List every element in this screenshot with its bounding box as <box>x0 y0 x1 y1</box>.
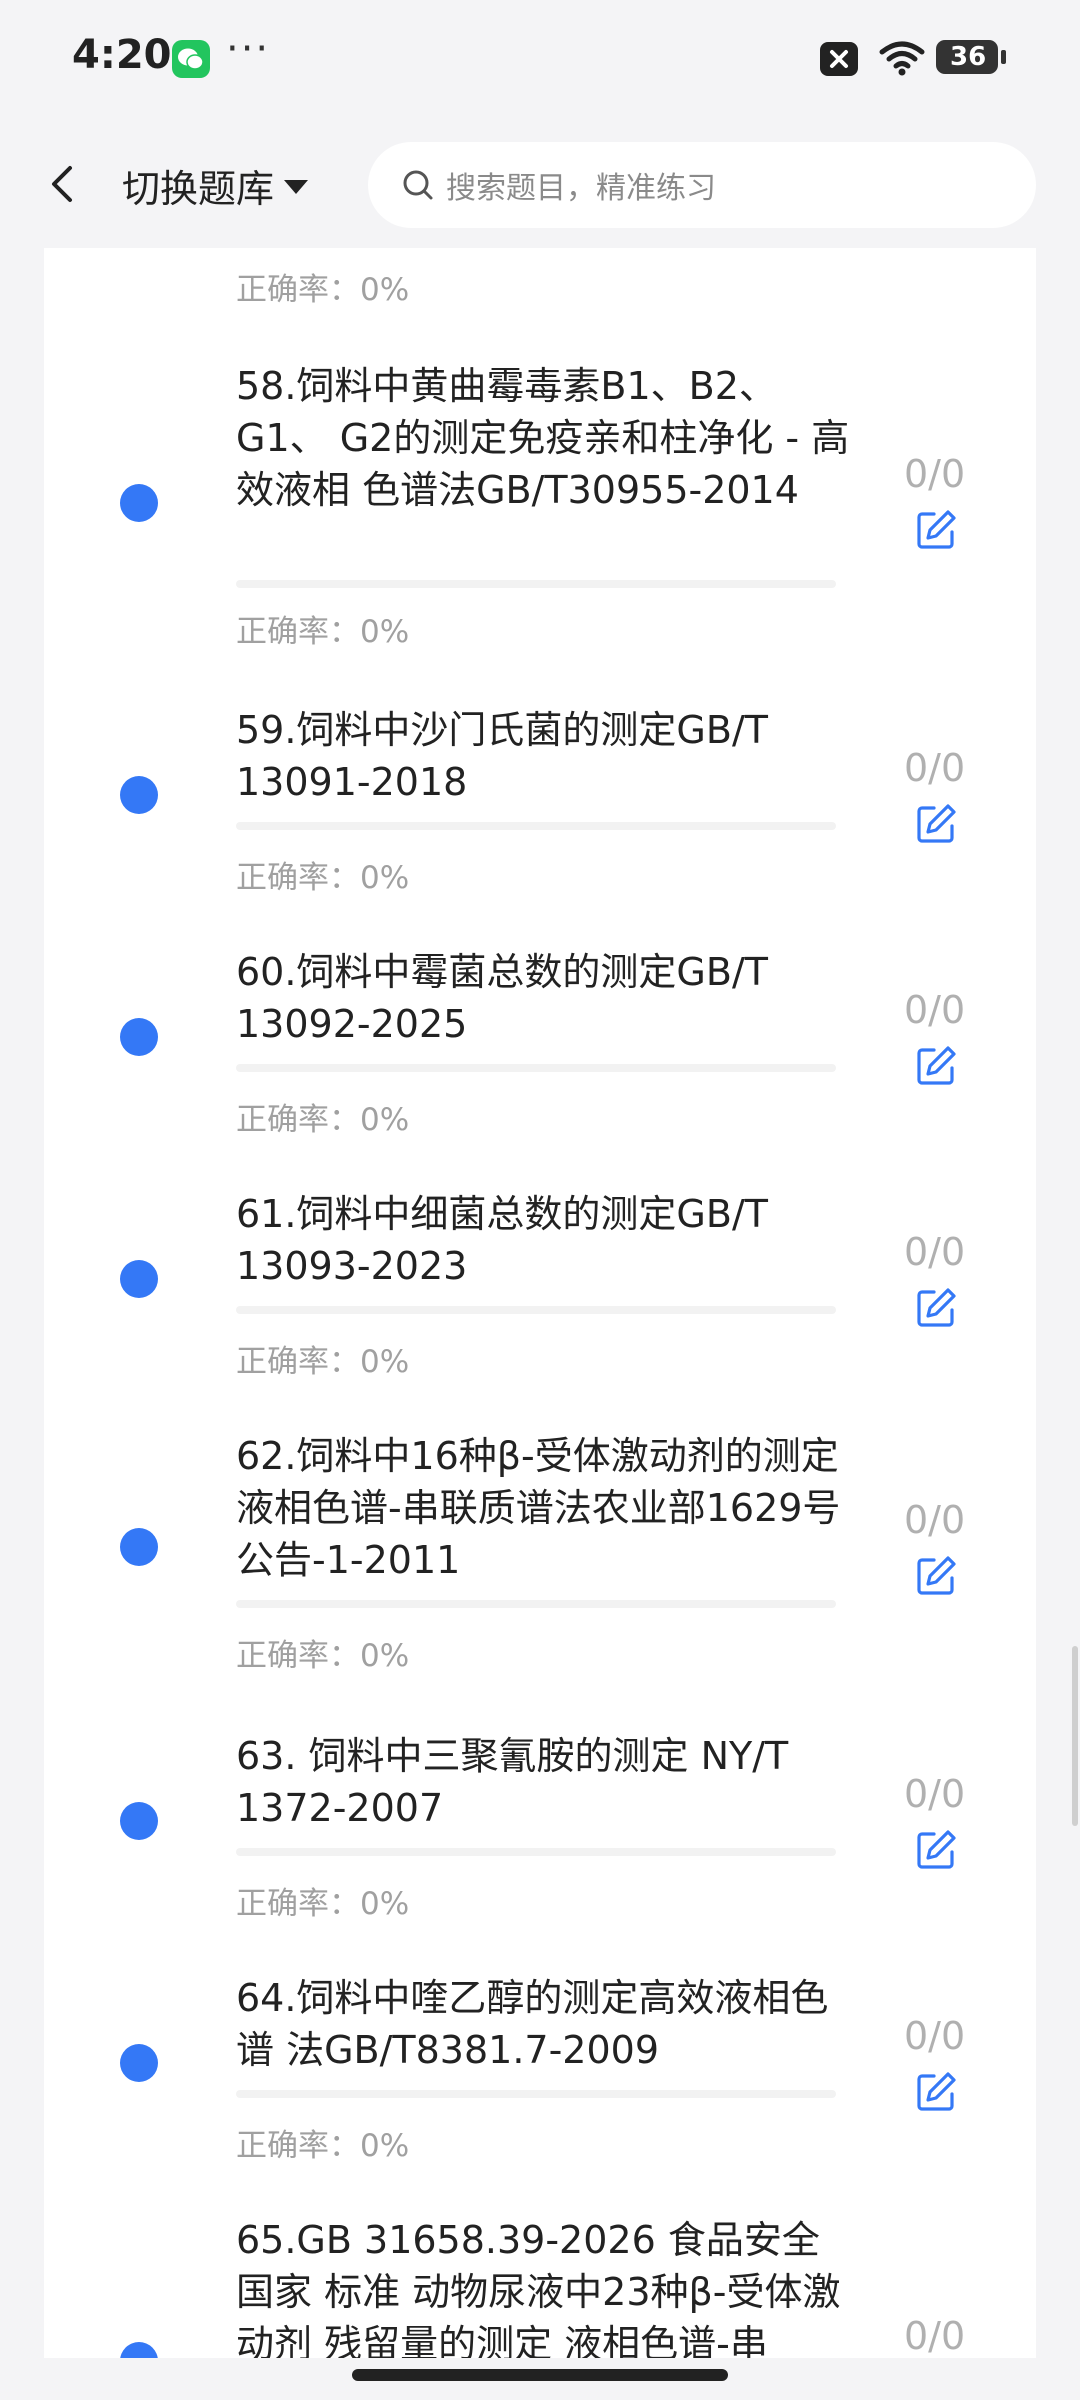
more-dots-icon: ··· <box>226 26 271 72</box>
edit-icon[interactable] <box>914 2070 958 2114</box>
item-count: 0/0 <box>904 1498 966 1542</box>
progress-bar <box>236 1600 836 1608</box>
accuracy-label: 正确率：0% <box>236 1638 410 1674</box>
item-title: 65.GB 31658.39-2026 食品安全国家 标准 动物尿液中23种β-… <box>236 2218 841 2358</box>
progress-bar <box>236 1306 836 1314</box>
status-dot <box>120 484 158 522</box>
progress-bar <box>236 822 836 830</box>
edit-icon[interactable] <box>914 1554 958 1598</box>
accuracy-label: 正确率：0% <box>236 1102 410 1138</box>
item-count: 0/0 <box>904 1772 966 1816</box>
battery-icon: 36 <box>936 40 1006 74</box>
accuracy-label: 正确率：0% <box>236 1344 410 1380</box>
wifi-icon <box>878 40 926 80</box>
switch-question-bank-label: 切换题库 <box>122 167 275 211</box>
status-dot <box>120 1260 158 1298</box>
item-title: 62.饲料中16种β-受体激动剂的测定 液相色谱-串联质谱法农业部1629号公告… <box>236 1434 841 1582</box>
edit-icon[interactable] <box>914 1286 958 1330</box>
edit-icon[interactable] <box>914 1044 958 1088</box>
accuracy-label: 正确率：0% <box>236 272 410 308</box>
home-indicator[interactable] <box>352 2369 728 2381</box>
item-count: 0/0 <box>904 2314 966 2358</box>
search-input[interactable]: 搜索题目，精准练习 <box>368 142 1036 228</box>
scrollbar-thumb[interactable] <box>1072 1646 1078 1826</box>
progress-bar <box>236 580 836 588</box>
header-bar: 切换题库 搜索题目，精准练习 <box>0 120 1080 248</box>
item-count: 0/0 <box>904 452 966 496</box>
caret-down-icon <box>284 179 309 194</box>
wechat-icon <box>172 40 210 78</box>
item-count: 0/0 <box>904 2014 966 2058</box>
edit-icon[interactable] <box>914 508 958 552</box>
accuracy-label: 正确率：0% <box>236 614 410 650</box>
status-bar: 4:20 ··· 36 <box>0 0 1080 120</box>
back-arrow-icon[interactable] <box>40 160 88 208</box>
progress-bar <box>236 1064 836 1072</box>
item-count: 0/0 <box>904 988 966 1032</box>
item-count: 0/0 <box>904 746 966 790</box>
status-dot <box>120 1528 158 1566</box>
edit-icon[interactable] <box>914 802 958 846</box>
status-dot <box>120 1018 158 1056</box>
status-time: 4:20 <box>72 32 172 78</box>
accuracy-label: 正确率：0% <box>236 2128 410 2164</box>
search-placeholder: 搜索题目，精准练习 <box>446 171 716 206</box>
status-dot <box>120 2342 158 2358</box>
edit-icon[interactable] <box>914 1828 958 1872</box>
status-dot <box>120 2044 158 2082</box>
close-box-icon <box>820 42 858 76</box>
accuracy-label: 正确率：0% <box>236 1886 410 1922</box>
item-title: 59.饲料中沙门氏菌的测定GB/T 13091-2018 <box>236 708 768 804</box>
item-title: 64.饲料中喹乙醇的测定高效液相色谱 法GB/T8381.7-2009 <box>236 1976 829 2072</box>
progress-bar <box>236 2090 836 2098</box>
item-count: 0/0 <box>904 1230 966 1274</box>
switch-question-bank-button[interactable]: 切换题库 <box>122 158 309 213</box>
item-title: 61.饲料中细菌总数的测定GB/T 13093-2023 <box>236 1192 768 1288</box>
status-dot <box>120 1802 158 1840</box>
item-title: 63. 饲料中三聚氰胺的测定 NY/T 1372-2007 <box>236 1734 789 1830</box>
chapter-list: 正确率：0% 58.饲料中黄曲霉毒素B1、B2、G1、 G2的测定免疫亲和柱净化… <box>44 248 1036 2358</box>
search-icon <box>398 165 438 205</box>
status-dot <box>120 776 158 814</box>
progress-bar <box>236 1848 836 1856</box>
item-title: 58.饲料中黄曲霉毒素B1、B2、G1、 G2的测定免疫亲和柱净化 - 高效液相… <box>236 364 850 512</box>
accuracy-label: 正确率：0% <box>236 860 410 896</box>
item-title: 60.饲料中霉菌总数的测定GB/T 13092-2025 <box>236 950 768 1046</box>
